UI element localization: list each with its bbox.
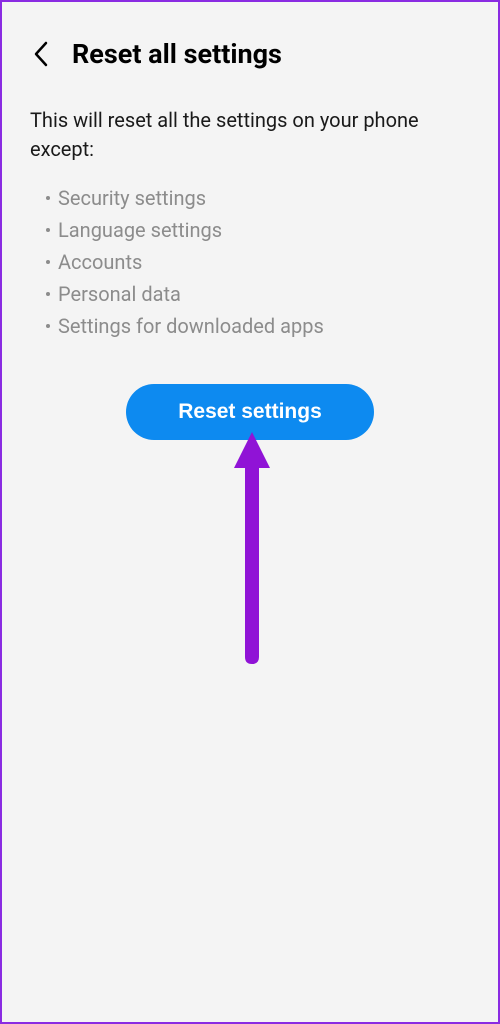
bullet-icon: [46, 196, 50, 200]
description-text: This will reset all the settings on your…: [30, 106, 470, 164]
list-item: Security settings: [46, 182, 470, 214]
bullet-icon: [46, 260, 50, 264]
list-item-label: Personal data: [58, 278, 181, 310]
page-header: Reset all settings: [30, 38, 470, 70]
list-item-label: Settings for downloaded apps: [58, 310, 324, 342]
list-item: Accounts: [46, 246, 470, 278]
page-title: Reset all settings: [72, 38, 282, 70]
list-item: Settings for downloaded apps: [46, 310, 470, 342]
bullet-icon: [46, 292, 50, 296]
bullet-icon: [46, 324, 50, 328]
list-item: Language settings: [46, 214, 470, 246]
reset-settings-button[interactable]: Reset settings: [126, 384, 374, 440]
list-item-label: Language settings: [58, 214, 222, 246]
button-container: Reset settings: [30, 384, 470, 440]
bullet-icon: [46, 228, 50, 232]
annotation-arrow-icon: [230, 432, 274, 671]
exceptions-list: Security settings Language settings Acco…: [30, 182, 470, 342]
list-item-label: Security settings: [58, 182, 206, 214]
list-item-label: Accounts: [58, 246, 142, 278]
list-item: Personal data: [46, 278, 470, 310]
back-icon[interactable]: [30, 43, 52, 65]
